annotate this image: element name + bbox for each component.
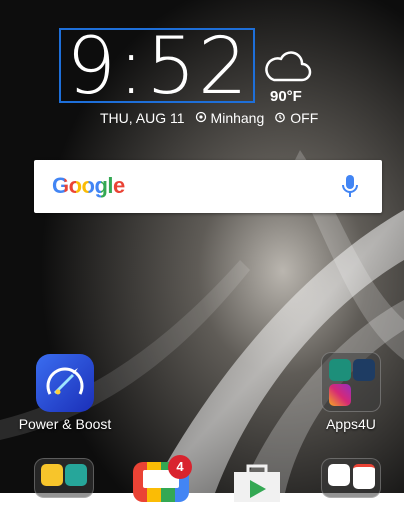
dock-folder-left[interactable] bbox=[34, 458, 94, 498]
map-icon bbox=[41, 464, 63, 486]
location-icon bbox=[195, 109, 207, 127]
puffin-icon bbox=[329, 359, 351, 381]
contacts-icon bbox=[65, 464, 87, 486]
app-label-apps4u: Apps4U bbox=[326, 416, 376, 432]
date-row: THU, AUG 11 Minhang OFF bbox=[100, 109, 318, 127]
app-label-power-boost: Power & Boost bbox=[18, 416, 112, 432]
clock-time[interactable]: 9:52 bbox=[60, 26, 256, 108]
alarm-icon bbox=[274, 109, 286, 127]
kindle-icon bbox=[353, 359, 375, 381]
google-logo: Google bbox=[52, 173, 125, 198]
rocket-speedometer-icon bbox=[46, 367, 84, 395]
folder-apps4u[interactable] bbox=[321, 352, 381, 412]
google-search-bar[interactable]: Google bbox=[34, 160, 382, 213]
cloud-icon[interactable] bbox=[262, 48, 312, 84]
date-text: THU, AUG 11 bbox=[100, 110, 185, 126]
app-power-boost[interactable] bbox=[36, 354, 94, 412]
instagram-icon bbox=[329, 384, 351, 406]
play-store-icon[interactable] bbox=[228, 462, 286, 502]
notification-badge: 4 bbox=[168, 455, 192, 479]
location-text: Minhang bbox=[210, 110, 265, 126]
dock-folder-google[interactable] bbox=[321, 458, 381, 498]
alarm-status: OFF bbox=[290, 110, 319, 126]
temperature[interactable]: 90°F bbox=[270, 88, 302, 105]
gmail-icon bbox=[353, 464, 375, 489]
google-icon bbox=[328, 464, 350, 486]
mic-icon[interactable] bbox=[340, 174, 360, 200]
